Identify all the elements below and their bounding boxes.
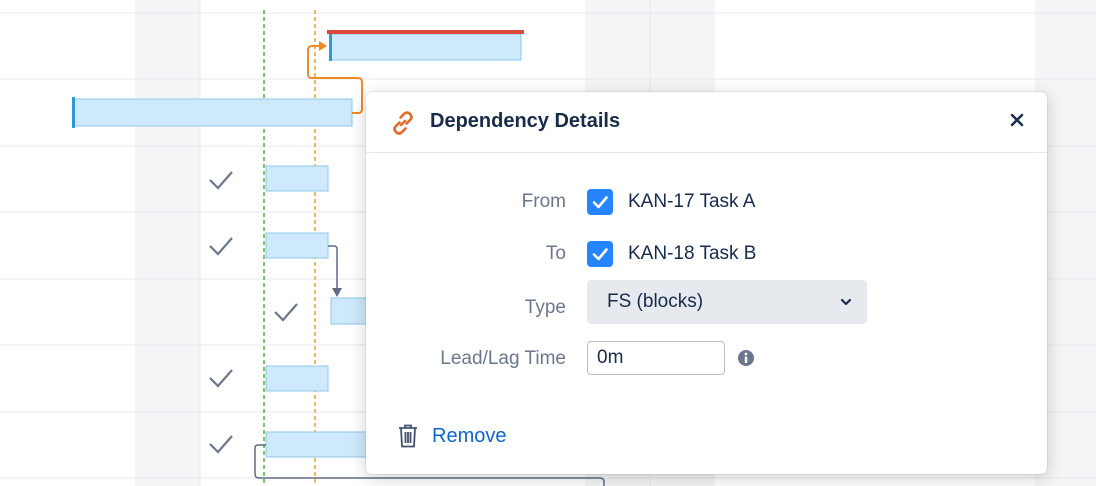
check-icon (201, 358, 241, 398)
link-icon (393, 111, 413, 135)
task-bar (265, 165, 329, 192)
weekend-column (135, 0, 200, 486)
task-bar (265, 365, 329, 392)
type-select[interactable]: FS (blocks) (587, 280, 867, 324)
check-icon (201, 160, 241, 200)
to-label: To (545, 243, 566, 264)
dependency-arrow (328, 245, 338, 290)
to-checkbox[interactable] (587, 241, 613, 267)
info-icon[interactable] (737, 349, 755, 367)
dialog-title: Dependency Details (430, 110, 621, 132)
trash-icon (399, 424, 417, 448)
task-bar (73, 98, 353, 127)
type-select-value: FS (blocks) (607, 291, 704, 312)
close-button[interactable] (1005, 108, 1029, 132)
close-icon (1010, 113, 1024, 127)
to-value: KAN-18 Task B (628, 243, 757, 264)
chevron-down-icon (840, 298, 852, 306)
checkmark-icon (592, 196, 608, 209)
task-bar (265, 232, 329, 259)
check-icon (201, 226, 241, 266)
from-checkbox[interactable] (587, 189, 613, 215)
lead-lag-input[interactable] (587, 341, 725, 375)
task-bar (330, 297, 372, 325)
from-label: From (521, 191, 566, 212)
check-icon (201, 424, 241, 464)
critical-path-line (327, 30, 524, 34)
task-bar (265, 431, 377, 458)
check-icon (266, 292, 306, 332)
lead-lag-label: Lead/Lag Time (440, 348, 566, 369)
type-label: Type (524, 297, 566, 318)
dialog-header: Dependency Details (366, 92, 1047, 153)
from-value: KAN-17 Task A (628, 191, 756, 212)
remove-label: Remove (432, 425, 507, 447)
checkmark-icon (592, 248, 608, 261)
task-bar (329, 33, 522, 61)
dependency-details-dialog: Dependency Details From KAN-17 Task A To… (366, 92, 1047, 474)
